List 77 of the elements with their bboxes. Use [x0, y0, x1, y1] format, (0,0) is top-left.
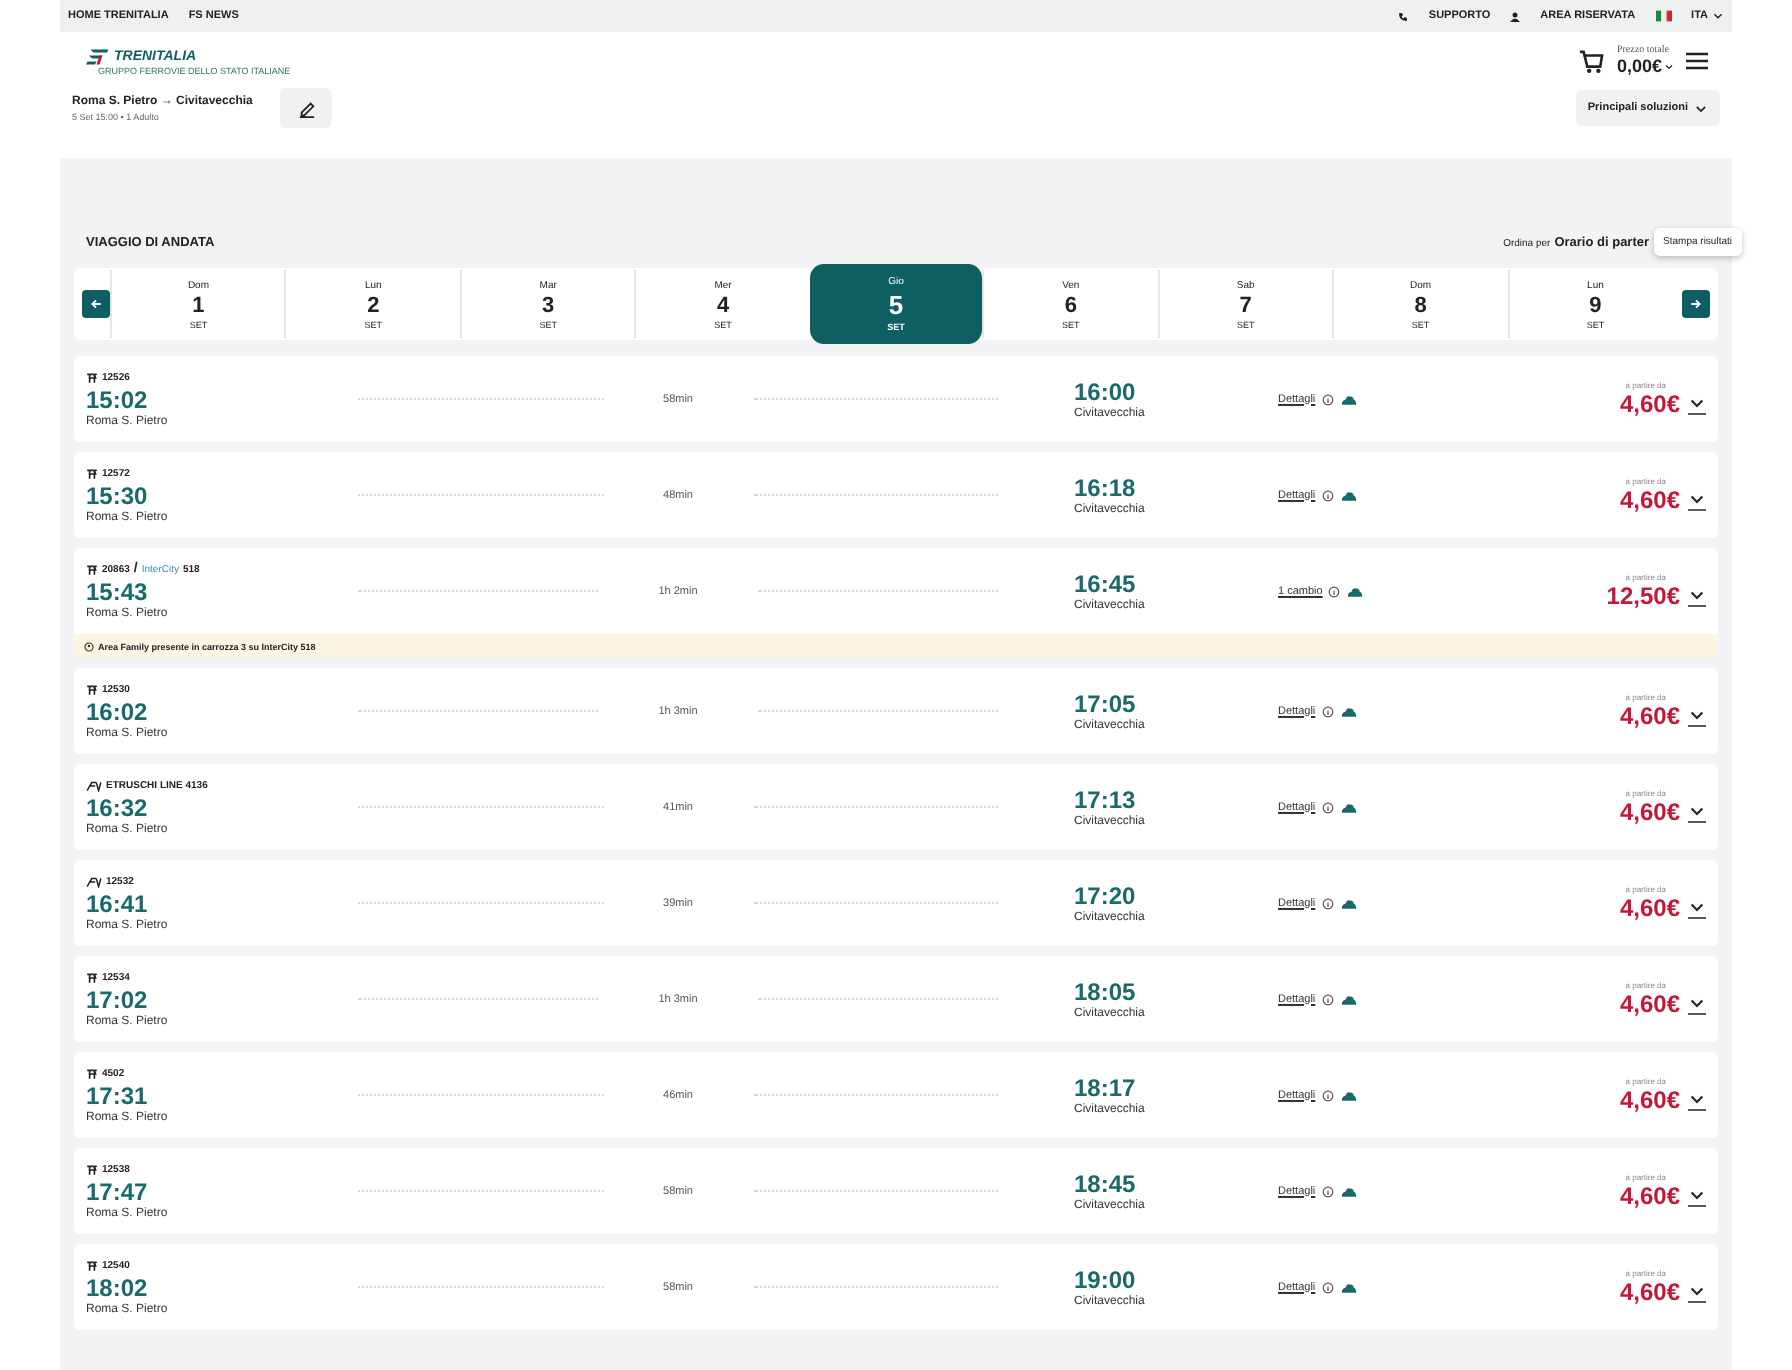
- info-icon: [1321, 489, 1334, 501]
- arrival-time: 16:00: [1074, 378, 1138, 406]
- departure-time: 15:02: [86, 385, 150, 413]
- price: 4,60€: [1619, 486, 1680, 514]
- price: 4,60€: [1619, 1182, 1680, 1210]
- train-icon: [86, 971, 98, 983]
- info-icon: [1321, 705, 1334, 717]
- departure-time: 18:02: [86, 1273, 150, 1301]
- chevron-down-icon: [1664, 61, 1674, 71]
- cloud-icon: [1339, 897, 1358, 909]
- departure-time: 15:30: [86, 481, 150, 509]
- info-icon: [1321, 897, 1334, 909]
- price: 4,60€: [1619, 798, 1680, 826]
- pencil-icon: [297, 99, 316, 117]
- info-icon: [1321, 393, 1334, 405]
- next-button[interactable]: [1681, 290, 1710, 318]
- arrival-time: 18:05: [1074, 978, 1138, 1006]
- train-icon: [86, 467, 98, 479]
- departure-time: 16:41: [86, 889, 150, 917]
- departure-time: 16:32: [86, 793, 150, 821]
- cloud-icon: [1346, 585, 1365, 597]
- departure-time: 16:02: [86, 697, 150, 725]
- arrival-time: 17:05: [1074, 690, 1138, 718]
- train-icon: [86, 1163, 98, 1175]
- chevron-down-icon: [1694, 101, 1708, 115]
- flag-icon: [1655, 10, 1672, 22]
- arrow-left-icon: [90, 298, 102, 310]
- info-icon: [1328, 585, 1341, 597]
- user-icon: [1510, 11, 1521, 21]
- phone-icon: [1398, 11, 1409, 21]
- info-icon: [1321, 801, 1334, 813]
- arrival-time: 16:18: [1074, 474, 1138, 502]
- price: 12,50€: [1606, 582, 1680, 610]
- arrival-time: 17:20: [1074, 882, 1138, 910]
- menu-button[interactable]: [1686, 52, 1708, 70]
- logo-icon: [86, 47, 110, 65]
- info-icon: [1321, 1089, 1334, 1101]
- info-icon: [1321, 993, 1334, 1005]
- cloud-icon: [1339, 705, 1358, 717]
- price: 4,60€: [1619, 990, 1680, 1018]
- train-icon: [86, 563, 98, 575]
- arrival-time: 16:45: [1074, 570, 1138, 598]
- train-icon: [86, 779, 102, 791]
- train-icon: [86, 875, 102, 887]
- cart-button[interactable]: [1578, 49, 1605, 73]
- total-price[interactable]: 0,00€: [1616, 56, 1674, 76]
- arrival-time: 18:45: [1074, 1170, 1138, 1198]
- info-icon: [1321, 1185, 1334, 1197]
- departure-time: 17:47: [86, 1177, 150, 1205]
- train-icon: [86, 683, 98, 695]
- train-icon: [86, 1259, 98, 1271]
- edit-button[interactable]: [280, 88, 333, 128]
- cloud-icon: [1339, 1281, 1358, 1293]
- train-icon: [86, 1067, 98, 1079]
- cloud-icon: [1339, 489, 1358, 501]
- cloud-icon: [1339, 1185, 1358, 1197]
- arrival-time: 19:00: [1074, 1266, 1138, 1294]
- departure-time: 15:43: [86, 578, 150, 606]
- info-icon: [1321, 1281, 1334, 1293]
- departure-time: 17:31: [86, 1081, 150, 1109]
- departure-time: 17:02: [86, 985, 150, 1013]
- price: 4,60€: [1619, 390, 1680, 418]
- arrival-time: 17:13: [1074, 786, 1138, 814]
- price: 4,60€: [1619, 1278, 1680, 1306]
- arrival-time: 18:17: [1074, 1074, 1138, 1102]
- cloud-icon: [1339, 393, 1358, 405]
- cloud-icon: [1339, 993, 1358, 1005]
- price: 4,60€: [1619, 1086, 1680, 1114]
- family-icon: [84, 641, 94, 651]
- train-icon: [86, 371, 98, 383]
- previous-button[interactable]: [82, 290, 110, 318]
- cloud-icon: [1339, 801, 1358, 813]
- cloud-icon: [1339, 1089, 1358, 1101]
- price: 4,60€: [1619, 702, 1680, 730]
- price: 4,60€: [1619, 894, 1680, 922]
- chevron-down-icon: [1712, 10, 1724, 22]
- arrow-right-icon: [1689, 298, 1702, 310]
